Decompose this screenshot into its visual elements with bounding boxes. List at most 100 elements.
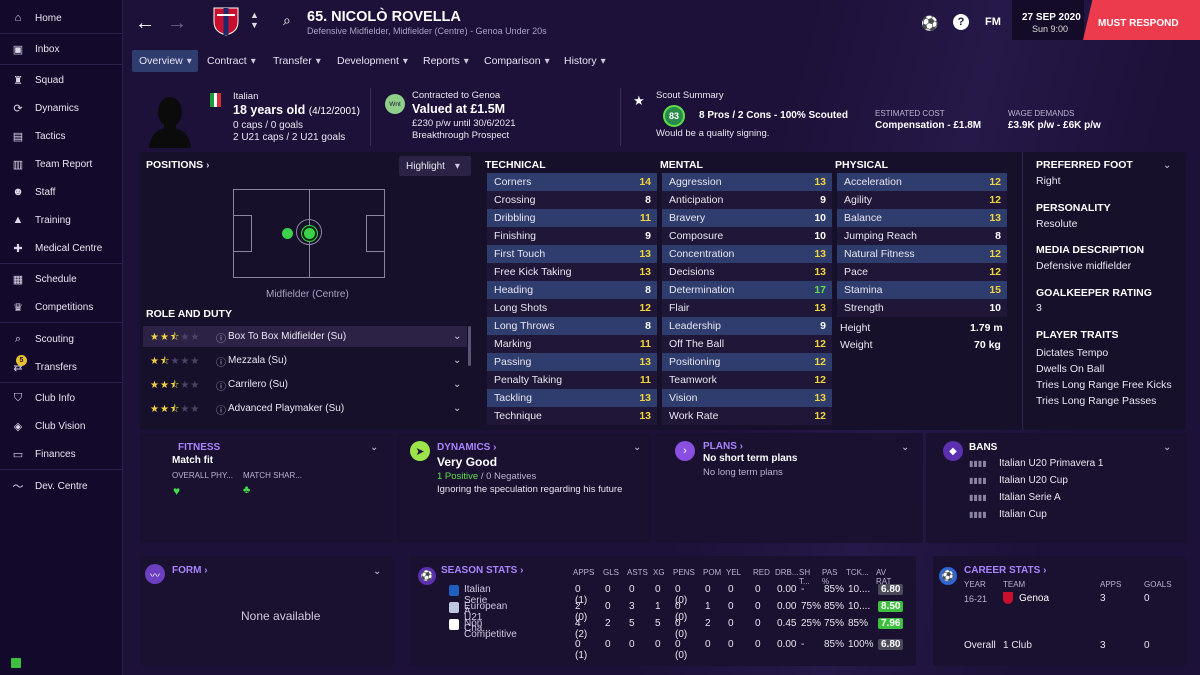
attribute-row[interactable]: Aggression 13 xyxy=(662,173,832,191)
info-icon[interactable]: ⓘ xyxy=(216,402,226,417)
attribute-row[interactable]: Leadership 9 xyxy=(662,317,832,335)
sidebar-item-club-info[interactable]: ⛉ Club Info xyxy=(0,385,122,411)
attribute-row[interactable]: Long Shots 12 xyxy=(487,299,657,317)
chevron-down-icon[interactable]: ⌄ xyxy=(370,442,378,453)
sidebar-item-dev-centre[interactable]: 〜 Dev. Centre xyxy=(0,473,122,499)
season-col-header[interactable]: PENS xyxy=(673,568,695,577)
attribute-row[interactable]: Natural Fitness 12 xyxy=(837,245,1007,263)
chevron-down-icon[interactable]: ⌄ xyxy=(1163,442,1171,453)
sidebar-item-club-vision[interactable]: ◈ Club Vision xyxy=(0,413,122,439)
attribute-row[interactable]: Positioning 12 xyxy=(662,353,832,371)
attribute-row[interactable]: Heading 8 xyxy=(487,281,657,299)
sidebar-item-dynamics[interactable]: ⟳ Dynamics xyxy=(0,95,122,121)
sidebar-item-finances[interactable]: ▭ Finances xyxy=(0,441,122,467)
sidebar-item-team-report[interactable]: ▥ Team Report xyxy=(0,151,122,177)
info-icon[interactable]: ⓘ xyxy=(216,330,226,345)
info-icon[interactable]: ⓘ xyxy=(216,354,226,369)
sidebar-item-staff[interactable]: ☻ Staff xyxy=(0,179,122,205)
attribute-row[interactable]: Composure 10 xyxy=(662,227,832,245)
chevron-down-icon[interactable]: ⌄ xyxy=(1163,160,1171,171)
genoa-crest-icon[interactable] xyxy=(213,6,239,36)
attribute-row[interactable]: Bravery 10 xyxy=(662,209,832,227)
attribute-row[interactable]: Agility 12 xyxy=(837,191,1007,209)
chevron-down-icon[interactable]: ⌄ xyxy=(453,379,461,390)
ball-icon[interactable]: ⚽ xyxy=(921,15,938,32)
season-col-header[interactable]: DRB... xyxy=(775,568,799,577)
attribute-row[interactable]: Free Kick Taking 13 xyxy=(487,263,657,281)
attribute-row[interactable]: Crossing 8 xyxy=(487,191,657,209)
sidebar-item-scouting[interactable]: ⌕ Scouting xyxy=(0,326,122,352)
attribute-row[interactable]: Finishing 9 xyxy=(487,227,657,245)
season-competition[interactable]: Non Competitive xyxy=(464,618,517,640)
positions-title[interactable]: POSITIONS › xyxy=(146,159,209,171)
sidebar-item-medical[interactable]: ✚ Medical Centre xyxy=(0,235,122,261)
season-col-header[interactable]: XG xyxy=(653,568,665,577)
chevron-down-icon[interactable]: ⌄ xyxy=(633,442,641,453)
season-col-header[interactable]: GLS xyxy=(603,568,619,577)
highlight-select[interactable]: Highlight ▾ xyxy=(399,156,471,176)
attribute-row[interactable]: First Touch 13 xyxy=(487,245,657,263)
attribute-row[interactable]: Pace 12 xyxy=(837,263,1007,281)
career-stats-title[interactable]: CAREER STATS › xyxy=(964,565,1046,576)
dynamics-title[interactable]: DYNAMICS › xyxy=(437,442,496,453)
plans-title[interactable]: PLANS › xyxy=(703,441,743,452)
role-row[interactable]: ★★⯪★★ xyxy=(150,378,200,395)
chevron-down-icon[interactable]: ⌄ xyxy=(453,403,461,414)
season-col-header[interactable]: APPS xyxy=(573,568,594,577)
role-row[interactable]: ★⯪★★★ xyxy=(150,354,200,371)
chevron-down-icon[interactable]: ⌄ xyxy=(453,355,461,366)
tab-comparison[interactable]: Comparison ▾ xyxy=(484,50,550,72)
tab-history[interactable]: History ▾ xyxy=(564,50,606,72)
season-col-header[interactable]: TCK... xyxy=(846,568,869,577)
fitness-title[interactable]: FITNESS xyxy=(178,442,220,453)
attribute-row[interactable]: Dribbling 11 xyxy=(487,209,657,227)
season-col-header[interactable]: ASTS xyxy=(627,568,648,577)
fm-menu[interactable]: FM xyxy=(985,16,1001,28)
sidebar-item-schedule[interactable]: ▦ Schedule xyxy=(0,266,122,292)
attribute-row[interactable]: Marking 11 xyxy=(487,335,657,353)
chevron-down-icon[interactable]: ⌄ xyxy=(373,566,381,577)
tab-contract[interactable]: Contract ▾ xyxy=(207,50,256,72)
role-row[interactable]: ★★⯪★★ xyxy=(150,330,200,347)
attribute-row[interactable]: Work Rate 12 xyxy=(662,407,832,425)
info-icon[interactable]: ⓘ xyxy=(216,378,226,393)
sidebar-item-training[interactable]: ▲ Training xyxy=(0,207,122,233)
attribute-row[interactable]: Teamwork 12 xyxy=(662,371,832,389)
player-switch-icon[interactable]: ▲ ▼ xyxy=(250,10,259,30)
season-stats-title[interactable]: SEASON STATS › xyxy=(441,565,523,576)
season-col-header[interactable]: YEL xyxy=(726,568,741,577)
back-arrow-icon[interactable]: ← xyxy=(135,12,155,35)
forward-arrow-icon[interactable]: → xyxy=(167,12,187,35)
attribute-row[interactable]: Flair 13 xyxy=(662,299,832,317)
career-team[interactable]: Genoa xyxy=(1019,593,1049,604)
attribute-row[interactable]: Determination 17 xyxy=(662,281,832,299)
attribute-row[interactable]: Strength 10 xyxy=(837,299,1007,317)
role-row[interactable]: ★★⯪★★ xyxy=(150,402,200,419)
attribute-row[interactable]: Jumping Reach 8 xyxy=(837,227,1007,245)
attribute-row[interactable]: Penalty Taking 11 xyxy=(487,371,657,389)
attribute-row[interactable]: Corners 14 xyxy=(487,173,657,191)
tab-development[interactable]: Development ▾ xyxy=(337,50,408,72)
sidebar-item-tactics[interactable]: ▤ Tactics xyxy=(0,123,122,149)
sidebar-item-inbox[interactable]: ▣ Inbox xyxy=(0,36,122,62)
chevron-down-icon[interactable]: ⌄ xyxy=(453,331,461,342)
search-icon[interactable]: ⌕ xyxy=(283,12,291,29)
chevron-down-icon[interactable]: ⌄ xyxy=(901,442,909,453)
sidebar-item-competitions[interactable]: ♛ Competitions xyxy=(0,294,122,320)
tab-transfer[interactable]: Transfer ▾ xyxy=(273,50,321,72)
season-col-header[interactable]: POM xyxy=(703,568,721,577)
attribute-row[interactable]: Vision 13 xyxy=(662,389,832,407)
attribute-row[interactable]: Technique 13 xyxy=(487,407,657,425)
tab-overview[interactable]: Overview ▾ xyxy=(132,50,198,72)
form-title[interactable]: FORM › xyxy=(172,565,208,576)
attribute-row[interactable]: Stamina 15 xyxy=(837,281,1007,299)
attribute-row[interactable]: Concentration 13 xyxy=(662,245,832,263)
attribute-row[interactable]: Balance 13 xyxy=(837,209,1007,227)
attribute-row[interactable]: Off The Ball 12 xyxy=(662,335,832,353)
roles-scrollbar[interactable] xyxy=(468,326,471,366)
sidebar-item-squad[interactable]: ♜ Squad xyxy=(0,67,122,93)
attribute-row[interactable]: Passing 13 xyxy=(487,353,657,371)
attribute-row[interactable]: Long Throws 8 xyxy=(487,317,657,335)
attribute-row[interactable]: Tackling 13 xyxy=(487,389,657,407)
help-icon[interactable]: ? xyxy=(953,14,969,30)
